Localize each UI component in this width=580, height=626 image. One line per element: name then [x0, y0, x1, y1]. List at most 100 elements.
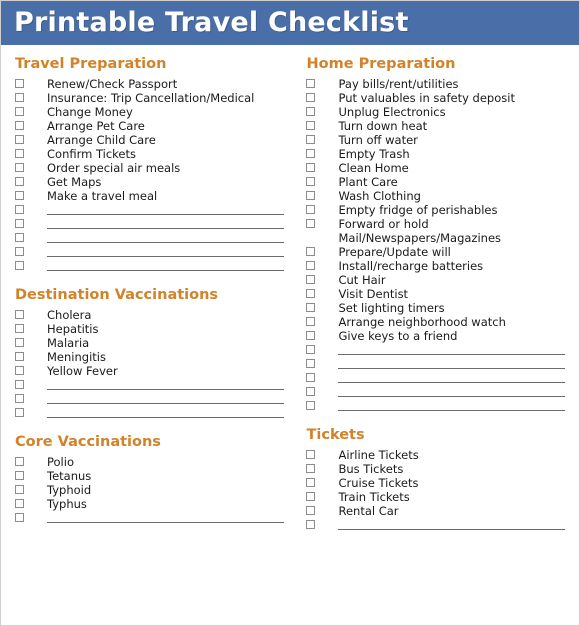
checklist-item[interactable]: Arrange neighborhood watch	[306, 315, 565, 329]
checkbox-icon[interactable]	[15, 93, 24, 102]
checkbox-icon[interactable]	[15, 513, 24, 522]
checkbox-icon[interactable]	[15, 219, 24, 228]
checkbox-icon[interactable]	[306, 359, 316, 368]
checkbox-icon[interactable]	[306, 93, 316, 102]
checklist-item[interactable]: Renew/Check Passport	[15, 77, 286, 91]
checkbox-icon[interactable]	[306, 135, 316, 144]
checklist-blank-row[interactable]	[15, 378, 286, 392]
checklist-item[interactable]: Arrange Pet Care	[15, 119, 286, 133]
checkbox-icon[interactable]	[15, 107, 24, 116]
checklist-item[interactable]: Wash Clothing	[306, 189, 565, 203]
checkbox-icon[interactable]	[15, 205, 24, 214]
checklist-item[interactable]: Turn off water	[306, 133, 565, 147]
checkbox-icon[interactable]	[306, 219, 316, 228]
checklist-item[interactable]: Train Tickets	[306, 490, 565, 504]
checkbox-icon[interactable]	[15, 394, 24, 403]
checkbox-icon[interactable]	[306, 345, 316, 354]
checklist-item[interactable]: Cruise Tickets	[306, 476, 565, 490]
checklist-item[interactable]: Set lighting timers	[306, 301, 565, 315]
checkbox-icon[interactable]	[306, 401, 316, 410]
checklist-item[interactable]: Put valuables in safety deposit	[306, 91, 565, 105]
checkbox-icon[interactable]	[306, 387, 316, 396]
checklist-item[interactable]: Yellow Fever	[15, 364, 286, 378]
checkbox-icon[interactable]	[306, 205, 316, 214]
checklist-blank-row[interactable]	[15, 392, 286, 406]
checklist-blank-row[interactable]	[15, 217, 286, 231]
checkbox-icon[interactable]	[306, 261, 316, 270]
checklist-blank-row[interactable]	[15, 511, 286, 525]
checklist-item[interactable]: Typhus	[15, 497, 286, 511]
checkbox-icon[interactable]	[15, 191, 24, 200]
checkbox-icon[interactable]	[306, 303, 316, 312]
checklist-item[interactable]: Hepatitis	[15, 322, 286, 336]
checkbox-icon[interactable]	[306, 478, 316, 487]
checkbox-icon[interactable]	[306, 317, 316, 326]
checkbox-icon[interactable]	[15, 380, 24, 389]
checklist-item[interactable]: Pay bills/rent/utilities	[306, 77, 565, 91]
checkbox-icon[interactable]	[306, 121, 316, 130]
checklist-item[interactable]: Cholera	[15, 308, 286, 322]
write-in-line[interactable]	[47, 203, 286, 217]
checkbox-icon[interactable]	[306, 275, 316, 284]
write-in-line[interactable]	[47, 378, 286, 392]
checkbox-icon[interactable]	[306, 149, 316, 158]
checklist-item[interactable]: Arrange Child Care	[15, 133, 286, 147]
checklist-item[interactable]: Polio	[15, 455, 286, 469]
checklist-item[interactable]: Insurance: Trip Cancellation/Medical	[15, 91, 286, 105]
checkbox-icon[interactable]	[306, 289, 316, 298]
checklist-blank-row[interactable]	[306, 399, 565, 413]
checkbox-icon[interactable]	[306, 520, 316, 529]
checkbox-icon[interactable]	[15, 261, 24, 270]
checklist-blank-row[interactable]	[15, 231, 286, 245]
checklist-item[interactable]: Prepare/Update will	[306, 245, 565, 259]
checklist-item[interactable]: Give keys to a friend	[306, 329, 565, 343]
checkbox-icon[interactable]	[15, 177, 24, 186]
checklist-blank-row[interactable]	[15, 259, 286, 273]
write-in-line[interactable]	[338, 399, 565, 413]
checkbox-icon[interactable]	[15, 485, 24, 494]
checklist-item[interactable]: Typhoid	[15, 483, 286, 497]
checkbox-icon[interactable]	[15, 310, 24, 319]
checkbox-icon[interactable]	[306, 79, 316, 88]
write-in-line[interactable]	[338, 343, 565, 357]
checkbox-icon[interactable]	[15, 499, 24, 508]
checkbox-icon[interactable]	[15, 324, 24, 333]
checklist-item[interactable]: Change Money	[15, 105, 286, 119]
checkbox-icon[interactable]	[15, 247, 24, 256]
checklist-item[interactable]: Visit Dentist	[306, 287, 565, 301]
checkbox-icon[interactable]	[15, 121, 24, 130]
checklist-blank-row[interactable]	[306, 385, 565, 399]
checkbox-icon[interactable]	[306, 464, 316, 473]
checklist-item[interactable]: Meningitis	[15, 350, 286, 364]
checklist-item[interactable]: Malaria	[15, 336, 286, 350]
checklist-blank-row[interactable]	[306, 371, 565, 385]
checkbox-icon[interactable]	[306, 163, 316, 172]
checkbox-icon[interactable]	[15, 366, 24, 375]
checkbox-icon[interactable]	[15, 79, 24, 88]
write-in-line[interactable]	[47, 259, 286, 273]
checkbox-icon[interactable]	[15, 457, 24, 466]
checkbox-icon[interactable]	[306, 191, 316, 200]
checklist-item[interactable]: Unplug Electronics	[306, 105, 565, 119]
checkbox-icon[interactable]	[15, 471, 24, 480]
checklist-blank-row[interactable]	[15, 406, 286, 420]
checkbox-icon[interactable]	[15, 149, 24, 158]
checkbox-icon[interactable]	[306, 450, 316, 459]
write-in-line[interactable]	[47, 511, 286, 525]
checkbox-icon[interactable]	[306, 506, 316, 515]
checkbox-icon[interactable]	[15, 163, 24, 172]
checklist-blank-row[interactable]	[306, 357, 565, 371]
checkbox-icon[interactable]	[15, 338, 24, 347]
checklist-item[interactable]: Turn down heat	[306, 119, 565, 133]
checkbox-icon[interactable]	[306, 373, 316, 382]
checklist-item[interactable]: Rental Car	[306, 504, 565, 518]
checklist-blank-row[interactable]	[15, 245, 286, 259]
write-in-line[interactable]	[47, 231, 286, 245]
write-in-line[interactable]	[338, 518, 565, 532]
checkbox-icon[interactable]	[306, 331, 316, 340]
checklist-item[interactable]: Plant Care	[306, 175, 565, 189]
checklist-item[interactable]: Empty fridge of perishables	[306, 203, 565, 217]
checklist-item[interactable]: Make a travel meal	[15, 189, 286, 203]
checkbox-icon[interactable]	[15, 352, 24, 361]
checkbox-icon[interactable]	[15, 135, 24, 144]
